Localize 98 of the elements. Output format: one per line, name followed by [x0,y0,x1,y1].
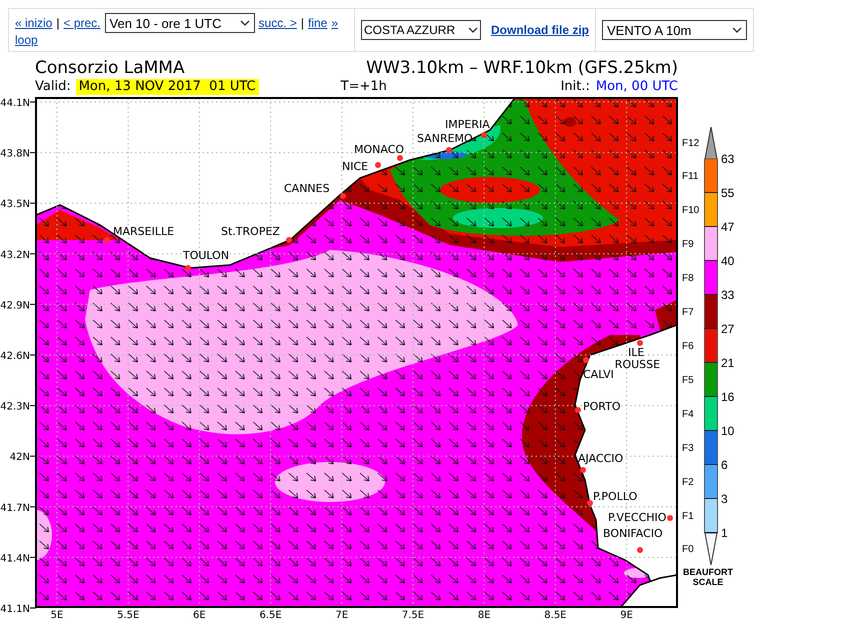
caret-icon [468,27,478,33]
city-label: NICE [342,160,368,173]
valid-time: Mon, 13 NOV 2017 01 UTC [76,79,259,95]
separator-text: | [300,16,304,30]
city-label: P.VECCHIO [608,511,666,524]
speed-label: 6 [721,458,729,472]
latitude-label: 44.1N [0,98,30,109]
latitude-label: 41.4N [0,553,30,564]
latitude-label: 42N [10,452,30,464]
city-marker [446,147,452,153]
lead-time: T=+1h [340,79,387,95]
speed-label: 55 [721,186,736,200]
force-label: F0 [682,544,695,554]
city-marker [575,407,581,413]
force-label: F8 [682,272,695,284]
speed-label: 33 [721,288,736,302]
nav-link[interactable]: succ. > [258,16,297,30]
city-label: PORTO [583,400,621,413]
speed-label: 27 [721,322,736,336]
city-marker [286,237,292,243]
city-label: St.TROPEZ [221,225,280,238]
force-label: F6 [682,340,695,352]
city-label: ILE ROUSSE [614,346,660,371]
latitude-label: 43.5N [0,199,30,210]
longitude-label: 9E [620,610,633,619]
city-marker [375,162,381,168]
map-title: Consorzio LaMMA [35,58,185,78]
model-title: WW3.10km – WRF.10km (GFS.25km) [366,58,678,78]
latitude-label: 42.6N [0,351,30,362]
city-marker [580,467,586,473]
speed-label: 16 [721,390,736,404]
init-label: Init.: [560,79,590,95]
speed-label: 47 [721,220,736,234]
download-link[interactable]: Download file zip [491,23,589,37]
nav-link[interactable]: « inizio [15,16,52,30]
nav-link[interactable]: » [331,16,338,30]
nav-link[interactable]: loop [15,33,38,47]
legend-caption: BEAUFORT SCALE [682,567,734,587]
speed-label: 40 [721,254,736,268]
latitude-label: 41.7N [0,502,30,514]
city-label: MONACO [354,143,404,156]
field-select[interactable]: VENTO A 10m [602,20,747,40]
city-marker [587,500,593,506]
city-label: TOULON [183,249,230,262]
force-label: F9 [682,238,695,250]
city-marker [667,515,673,521]
force-label: F10 [682,204,700,216]
city-label: AJACCIO [578,452,624,465]
city-label: MARSEILLE [113,225,174,238]
latitude-label: 41.1N [0,604,30,615]
nav-link[interactable]: fine [308,16,328,30]
latitude-label: 42.3N [0,402,30,413]
city-label: IMPERIA [445,118,490,131]
force-label: F1 [682,510,695,522]
speed-label: 3 [721,492,729,506]
city-marker [104,237,110,243]
init-time: Mon, 00 UTC [596,79,678,95]
time-select[interactable]: Ven 10 - ore 1 UTC [104,13,255,33]
city-marker [637,547,643,553]
longitude-label: 6E [193,610,206,619]
valid-label: Valid: [35,79,71,95]
longitude-label: 6.5E [259,610,282,619]
force-label: F11 [682,170,700,182]
latitude-label: 43.2N [0,250,30,261]
speed-label: 21 [721,356,736,370]
force-label: F4 [682,408,695,420]
city-label: P.POLLO [593,490,638,503]
longitude-label: 5E [50,610,64,619]
city-marker [185,265,191,271]
speed-label: 1 [721,526,729,540]
city-marker [340,193,346,199]
caret-icon [240,20,250,26]
city-marker [637,340,643,346]
latitude-label: 42.9N [0,300,30,312]
nav-link[interactable]: < prec. [63,16,101,30]
separator-text: | [56,16,60,30]
force-label: F12 [682,138,700,148]
force-label: F2 [682,476,695,488]
city-marker [397,155,403,161]
longitude-label: 8.5E [544,610,567,619]
force-label: F5 [682,374,695,386]
city-label: CANNES [284,182,330,195]
force-label: F7 [682,306,695,318]
longitude-label: 8E [478,610,491,619]
longitude-label: 7E [335,610,348,619]
city-label: SANREMO [417,132,473,145]
force-label: F3 [682,442,695,454]
caret-icon [732,27,742,33]
city-label: BONIFACIO [603,527,663,540]
city-marker [583,357,589,363]
longitude-label: 5.5E [117,610,140,619]
region-select[interactable]: COSTA AZZURR [361,20,481,40]
longitude-label: 7.5E [402,610,424,619]
city-label: CALVI [583,368,614,381]
city-marker [481,132,487,138]
speed-label: 10 [721,424,736,438]
latitude-label: 43.8N [0,148,30,160]
speed-label: 63 [721,152,736,166]
